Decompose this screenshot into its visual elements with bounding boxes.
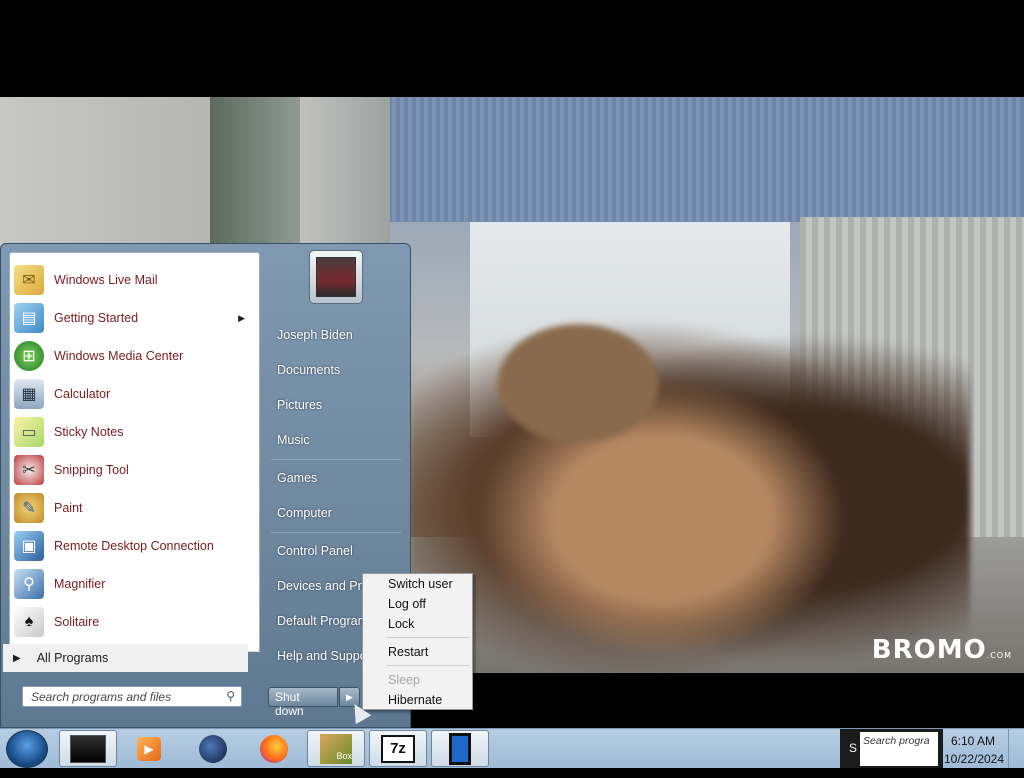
tray-text-s: S [849, 741, 858, 755]
taskbar-app-firefox[interactable] [245, 730, 303, 767]
taskbar-app-browser[interactable] [184, 730, 242, 767]
clock-date[interactable]: 10/22/2024 [943, 752, 1005, 766]
tablet-icon [449, 732, 471, 765]
taskbar-app-box[interactable]: Box [307, 730, 365, 767]
right-item-help-support[interactable]: Help and Suppo [277, 649, 367, 663]
program-paint[interactable]: ✎ Paint [12, 490, 257, 526]
triangle-right-icon: ▶ [13, 652, 21, 664]
program-getting-started[interactable]: ▤ Getting Started ▶ [12, 300, 257, 336]
snipping-tool-icon: ✂ [14, 455, 44, 485]
right-item-devices-printers[interactable]: Devices and Prin [277, 579, 372, 593]
media-player-icon: ▶ [137, 736, 161, 761]
taskbar-app-tablet[interactable] [431, 730, 489, 767]
solitaire-icon: ♠ [14, 607, 44, 637]
firefox-icon [260, 734, 288, 763]
divider [387, 637, 469, 638]
clock-time[interactable]: 6:10 AM [945, 734, 1001, 748]
program-remote-desktop[interactable]: ▣ Remote Desktop Connection [12, 528, 257, 564]
mail-icon: ✉ [14, 265, 44, 295]
menu-item-switch-user[interactable]: Switch user [388, 577, 453, 591]
tray-search-preview[interactable]: Search progra [860, 732, 938, 766]
program-windows-media-center[interactable]: ⊞ Windows Media Center [12, 338, 257, 374]
program-snipping-tool[interactable]: ✂ Snipping Tool [12, 452, 257, 488]
getting-started-icon: ▤ [14, 303, 44, 333]
right-item-computer[interactable]: Computer [277, 506, 332, 520]
start-menu: ✉ Windows Live Mail ▤ Getting Started ▶ … [0, 243, 411, 728]
globe-icon [199, 734, 227, 763]
divider [387, 665, 469, 666]
shutdown-button[interactable]: Shut down [268, 687, 338, 718]
start-button[interactable] [6, 730, 48, 768]
box-game-icon: Box [320, 733, 352, 764]
divider [271, 532, 401, 533]
right-item-documents[interactable]: Documents [277, 363, 340, 377]
sticky-notes-icon: ▭ [14, 417, 44, 447]
program-solitaire[interactable]: ♠ Solitaire [12, 604, 257, 640]
calculator-icon: ▦ [14, 379, 44, 409]
7zip-icon: 7z [381, 734, 415, 763]
search-icon[interactable]: ⚲ [226, 689, 235, 703]
right-item-control-panel[interactable]: Control Panel [277, 544, 353, 558]
divider [271, 459, 401, 460]
programs-pane: ✉ Windows Live Mail ▤ Getting Started ▶ … [9, 252, 260, 652]
taskbar: ▶ Box 7z S Search progra 6:10 AM 10/22/2… [0, 728, 1024, 768]
taskbar-app-7zip[interactable]: 7z [369, 730, 427, 767]
right-item-default-programs[interactable]: Default Program [277, 614, 368, 628]
menu-item-log-off[interactable]: Log off [388, 597, 426, 611]
menu-item-restart[interactable]: Restart [388, 645, 428, 659]
right-item-user[interactable]: Joseph Biden [277, 328, 353, 342]
right-item-games[interactable]: Games [277, 471, 317, 485]
remote-desktop-icon: ▣ [14, 531, 44, 561]
taskbar-app-screen[interactable] [59, 730, 117, 767]
video-watermark: BROMO.COM [871, 635, 1012, 665]
power-options-menu: Switch user Log off Lock Restart Sleep H… [362, 573, 473, 710]
magnifier-icon: ⚲ [14, 569, 44, 599]
show-desktop-button[interactable] [1008, 729, 1024, 768]
media-center-icon: ⊞ [14, 341, 44, 371]
menu-item-lock[interactable]: Lock [388, 617, 414, 631]
paint-icon: ✎ [14, 493, 44, 523]
program-calculator[interactable]: ▦ Calculator [12, 376, 257, 412]
menu-item-sleep: Sleep [388, 673, 420, 687]
taskbar-app-media-player[interactable]: ▶ [120, 730, 178, 767]
monitor-icon [70, 734, 106, 763]
program-windows-live-mail[interactable]: ✉ Windows Live Mail [12, 262, 257, 298]
submenu-arrow-icon[interactable]: ▶ [238, 313, 245, 324]
user-avatar[interactable] [309, 250, 363, 304]
search-programs-input[interactable]: Search programs and files ⚲ [22, 686, 242, 707]
program-sticky-notes[interactable]: ▭ Sticky Notes [12, 414, 257, 450]
program-magnifier[interactable]: ⚲ Magnifier [12, 566, 257, 602]
right-item-pictures[interactable]: Pictures [277, 398, 322, 412]
all-programs-button[interactable]: ▶ All Programs [3, 644, 248, 672]
right-item-music[interactable]: Music [277, 433, 310, 447]
menu-item-hibernate[interactable]: Hibernate [388, 693, 442, 707]
